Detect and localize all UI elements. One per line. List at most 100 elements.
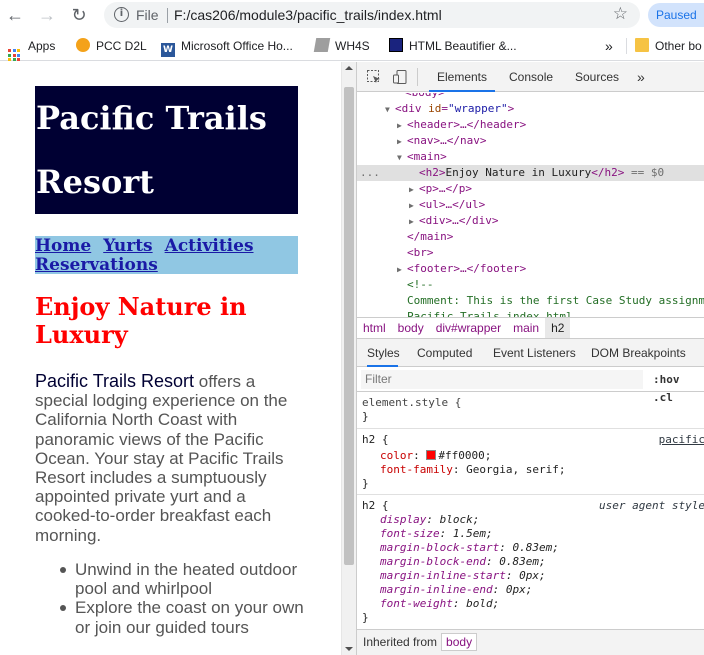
prop-name: font-size bbox=[380, 527, 440, 540]
tab-dom-breakpoints[interactable]: DOM Breakpoints bbox=[591, 339, 686, 367]
more-options-icon[interactable]: ... bbox=[360, 165, 380, 181]
expand-triangle-icon[interactable]: ▶ bbox=[409, 182, 419, 198]
color-swatch-icon[interactable] bbox=[426, 450, 437, 460]
css-prop-color[interactable]: color: #ff0000; bbox=[380, 449, 491, 463]
url-text[interactable]: F:/cas206/module3/pacific_trails/index.h… bbox=[174, 7, 442, 23]
paused-badge[interactable]: Paused bbox=[648, 3, 704, 27]
breadcrumb-wrapper[interactable]: div#wrapper bbox=[430, 318, 507, 338]
node-text: <p>…</p> bbox=[419, 182, 472, 195]
scrollbar-thumb[interactable] bbox=[344, 87, 354, 565]
scroll-up-icon[interactable] bbox=[345, 66, 353, 70]
tab-event-listeners[interactable]: Event Listeners bbox=[493, 339, 576, 367]
expand-triangle-icon[interactable]: ▶ bbox=[397, 262, 407, 278]
dom-node-footer[interactable]: ▶ <footer>…</footer> bbox=[357, 261, 704, 277]
dom-node-nav[interactable]: ▶ <nav>…</nav> bbox=[357, 133, 704, 149]
list-item: Unwind in the heated outdoor pool and wh… bbox=[58, 560, 308, 598]
css-prop-font-family[interactable]: font-family: Georgia, serif; bbox=[380, 463, 565, 477]
word-icon: W bbox=[161, 43, 175, 57]
attr-value: "wrapper" bbox=[448, 102, 508, 115]
reload-icon[interactable]: ↻ bbox=[68, 4, 90, 26]
nav-link-yurts[interactable]: Yurts bbox=[103, 236, 152, 256]
attr-name: id bbox=[428, 102, 442, 115]
expand-triangle-icon[interactable]: ▶ bbox=[397, 118, 407, 134]
dom-node-body[interactable]: <body> bbox=[357, 93, 704, 101]
bookmarks-overflow-button[interactable]: » bbox=[605, 38, 613, 54]
css-prop-margin-block-start: margin-block-start: 0.83em; bbox=[380, 541, 559, 554]
page-heading: Enjoy Nature in Luxury bbox=[35, 292, 247, 349]
node-text: <main> bbox=[407, 150, 447, 163]
prop-name: font-family bbox=[380, 463, 453, 476]
tab-computed[interactable]: Computed bbox=[417, 339, 472, 367]
inherited-label: Inherited from bbox=[363, 635, 438, 649]
forward-arrow-icon[interactable]: → bbox=[36, 4, 58, 26]
element-style-selector[interactable]: element.style { bbox=[362, 396, 461, 410]
info-icon[interactable]: i bbox=[114, 7, 129, 22]
nav-link-reservations[interactable]: Reservations bbox=[35, 255, 158, 275]
tag-close: </h2> bbox=[591, 166, 625, 179]
back-arrow-icon[interactable]: ← bbox=[4, 4, 26, 26]
ua-rule-selector[interactable]: h2 { bbox=[362, 499, 389, 513]
page-scrollbar[interactable] bbox=[341, 62, 356, 655]
expand-triangle-icon[interactable]: ▶ bbox=[409, 214, 419, 230]
nav-link-activities[interactable]: Activities bbox=[165, 236, 254, 256]
tab-elements[interactable]: Elements bbox=[429, 62, 495, 92]
prop-value: Georgia, serif; bbox=[466, 463, 566, 476]
device-toolbar-icon[interactable] bbox=[392, 69, 408, 85]
bookmark-apps[interactable]: Apps bbox=[8, 38, 55, 61]
dom-node-header[interactable]: ▶ <header>…</header> bbox=[357, 117, 704, 133]
inherited-body-link[interactable]: body bbox=[441, 633, 478, 651]
bookmark-microsoft-office[interactable]: W Microsoft Office Ho... bbox=[161, 38, 293, 57]
filter-input[interactable]: Filter bbox=[361, 370, 643, 389]
node-text: <ul>…</ul> bbox=[419, 198, 486, 211]
dom-node-ul[interactable]: ▶ <ul>…</ul> bbox=[357, 197, 704, 213]
dom-node-h2-selected[interactable]: ... <h2>Enjoy Nature in Luxury</h2> == $0 bbox=[357, 165, 704, 181]
dom-node-main-close[interactable]: </main> bbox=[357, 229, 704, 245]
expand-triangle-icon[interactable]: ▶ bbox=[397, 134, 407, 150]
list-item: Explore the coast on your own or join ou… bbox=[58, 598, 308, 637]
breadcrumb-main[interactable]: main bbox=[507, 318, 545, 338]
address-bar[interactable]: i File F:/cas206/module3/pacific_trails/… bbox=[104, 2, 640, 28]
nav-link-home[interactable]: Home bbox=[35, 236, 91, 256]
css-prop-font-weight: font-weight: bold; bbox=[380, 597, 500, 610]
more-tabs-button[interactable]: » bbox=[637, 62, 645, 92]
styles-rules: element.style { } h2 { pacific color: #f… bbox=[357, 393, 704, 629]
bookmark-other[interactable]: Other bo bbox=[626, 38, 702, 54]
dom-node-main[interactable]: ▼ <main> bbox=[357, 149, 704, 165]
dom-node-p[interactable]: ▶ <p>…</p> bbox=[357, 181, 704, 197]
collapse-triangle-icon[interactable]: ▼ bbox=[397, 150, 407, 166]
dom-node-wrapper[interactable]: ▼ <div id="wrapper"> bbox=[357, 101, 704, 117]
dom-node-br[interactable]: <br> bbox=[357, 245, 704, 261]
scroll-down-icon[interactable] bbox=[345, 647, 353, 651]
inspect-element-icon[interactable] bbox=[366, 69, 382, 85]
bookmark-label: HTML Beautifier &... bbox=[409, 39, 517, 53]
dom-comment-line[interactable]: Pacific Trails index.html bbox=[357, 309, 704, 317]
dom-node-div[interactable]: ▶ <div>…</div> bbox=[357, 213, 704, 229]
intro-paragraph: Pacific Trails Resort offers a special l… bbox=[35, 371, 305, 545]
prop-name: margin-inline-end bbox=[380, 583, 493, 596]
tab-styles[interactable]: Styles bbox=[367, 339, 400, 367]
css-prop-margin-inline-start: margin-inline-start: 0px; bbox=[380, 569, 546, 582]
prop-name: display bbox=[380, 513, 427, 526]
bookmark-html-beautifier[interactable]: HTML Beautifier &... bbox=[389, 38, 517, 54]
html-beautifier-icon bbox=[389, 38, 403, 52]
dom-comment-line[interactable]: Comment: This is the first Case Study as… bbox=[357, 293, 704, 309]
dom-comment-open[interactable]: <!-- bbox=[357, 277, 704, 293]
breadcrumb-body[interactable]: body bbox=[392, 318, 430, 338]
bookmark-wh4s[interactable]: WH4S bbox=[313, 38, 370, 54]
node-text: <footer>…</footer> bbox=[407, 262, 527, 275]
bookmark-label: PCC D2L bbox=[96, 39, 147, 53]
expand-triangle-icon[interactable]: ▶ bbox=[409, 198, 419, 214]
apps-grid-icon bbox=[8, 49, 20, 61]
rule-close: } bbox=[362, 611, 369, 624]
star-icon[interactable]: ☆ bbox=[613, 4, 628, 24]
breadcrumb-h2[interactable]: h2 bbox=[545, 318, 571, 338]
tab-console[interactable]: Console bbox=[509, 62, 553, 92]
bookmark-pcc-d2l[interactable]: PCC D2L bbox=[76, 38, 147, 54]
breadcrumb-html[interactable]: html bbox=[357, 318, 392, 338]
h2-rule-selector[interactable]: h2 { bbox=[362, 433, 389, 447]
tab-sources[interactable]: Sources bbox=[575, 62, 619, 92]
divider bbox=[357, 494, 704, 495]
collapse-triangle-icon[interactable]: ▼ bbox=[385, 102, 395, 118]
stylesheet-link[interactable]: pacific bbox=[659, 433, 704, 447]
bookmarks-bar: Apps PCC D2L W Microsoft Office Ho... WH4… bbox=[0, 31, 704, 61]
